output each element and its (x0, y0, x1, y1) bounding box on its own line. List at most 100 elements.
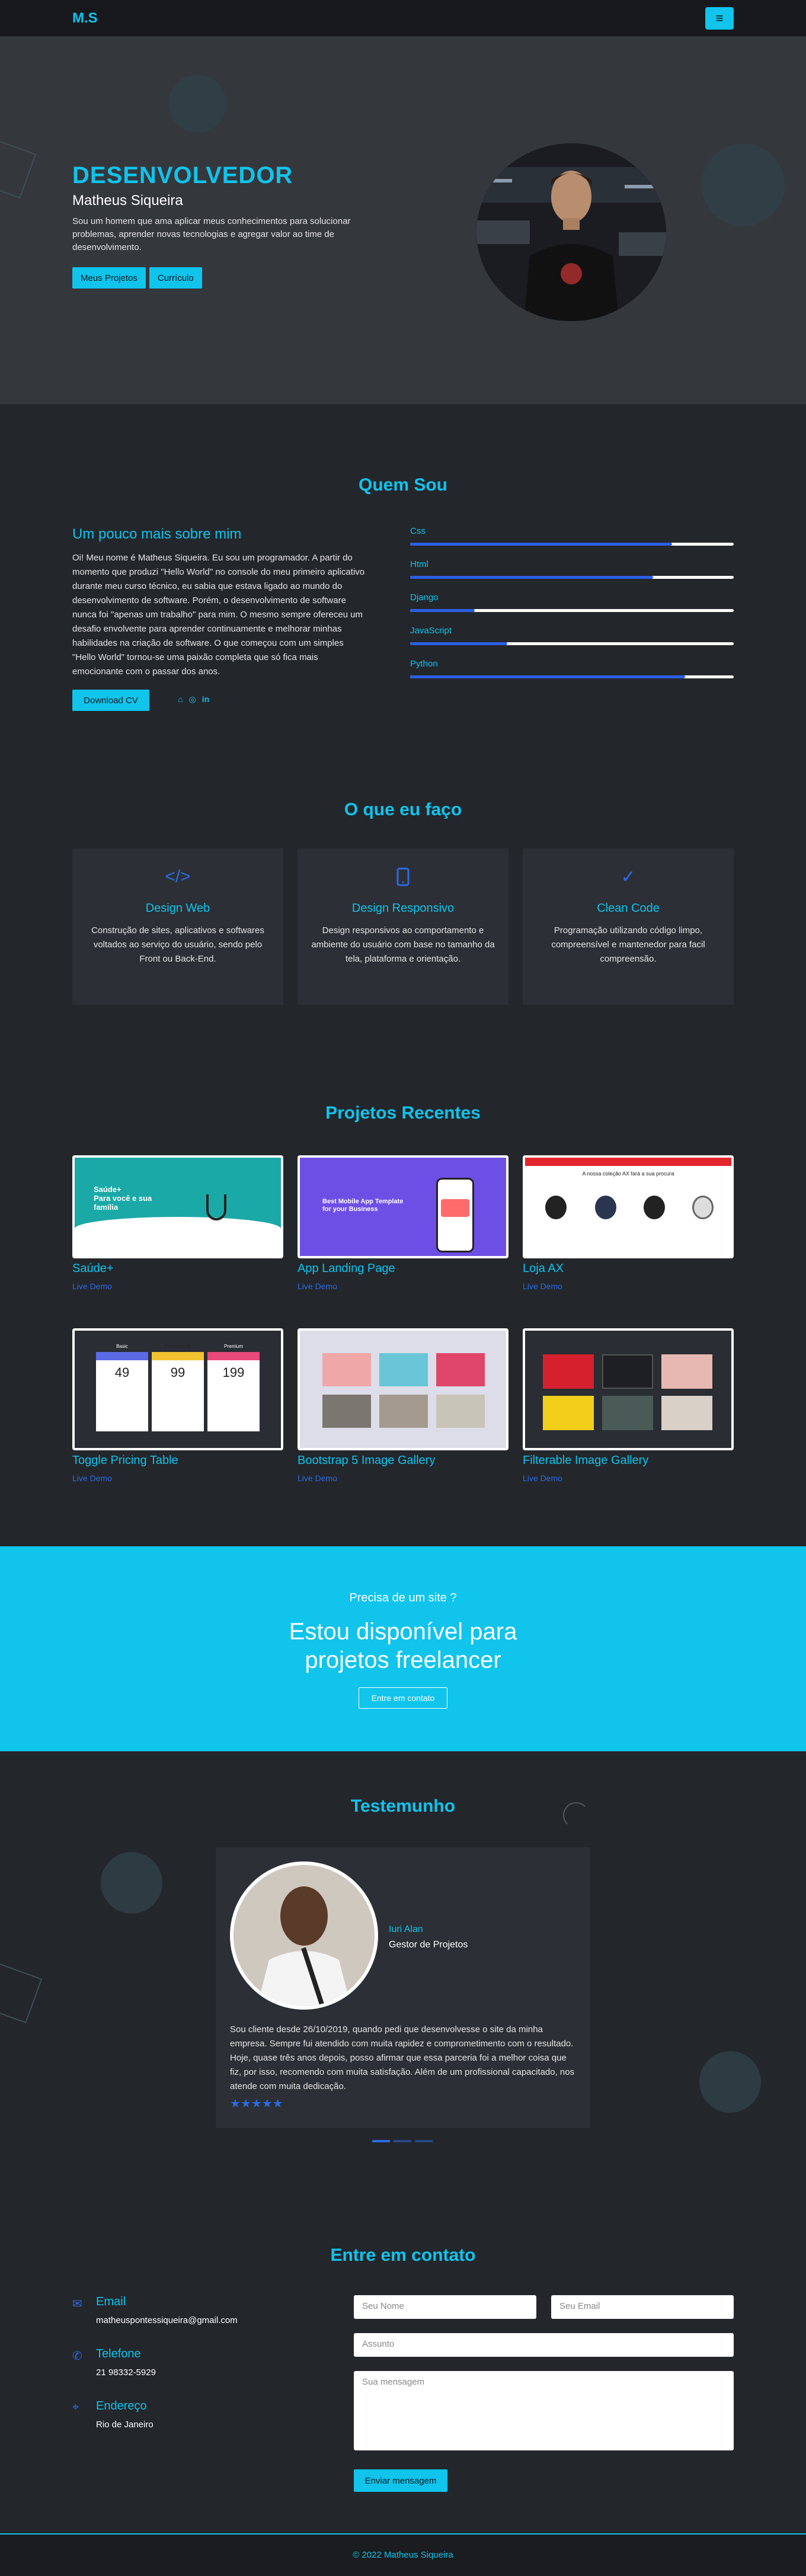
skill-item: JavaScript (410, 626, 734, 659)
price: 99 (170, 1365, 185, 1380)
code-icon: </> (165, 867, 191, 886)
project-card[interactable]: A nossa coleção AX fará a sua procura Lo… (523, 1155, 734, 1291)
carousel-dot[interactable] (394, 2140, 411, 2142)
star-rating: ★★★★★ (230, 2097, 283, 2110)
project-thumbnail[interactable]: Basic Professional Premium 49 99 199 (72, 1328, 283, 1450)
project-title: Saúde+ (72, 1262, 114, 1275)
download-cv-button[interactable]: Download CV (72, 690, 149, 711)
project-card[interactable]: Best Mobile App Template for your Busine… (298, 1155, 508, 1291)
message-textarea[interactable]: Sua mensagem (354, 2371, 734, 2450)
service-card: ✓ Clean Code Programação utilizando códi… (523, 848, 734, 1005)
skill-name: Css (410, 526, 426, 536)
instagram-icon[interactable]: ◎ (188, 694, 196, 704)
contact-title: Entre em contato (330, 2245, 476, 2265)
projects-section: Projetos Recentes Saúde+ Para você e sua… (0, 1074, 806, 1546)
service-card: Design Responsivo Design responsivos ao … (298, 848, 508, 1005)
contact-label: Telefone (96, 2347, 141, 2360)
skill-fill (410, 576, 653, 579)
skill-name: Python (410, 659, 438, 669)
logo[interactable]: M.S (72, 10, 98, 27)
live-demo-link[interactable]: Live Demo (298, 1281, 508, 1291)
about-body: Oi! Meu nome é Matheus Siqueira. Eu sou … (72, 553, 365, 677)
cta-question: Precisa de um site ? (349, 1591, 457, 1604)
live-demo-link[interactable]: Live Demo (523, 1281, 734, 1291)
contact-section: Entre em contato ✉ Email matheuspontessi… (0, 2202, 806, 2533)
price: 49 (114, 1365, 130, 1380)
contact-label: Endereço (96, 2399, 147, 2412)
contact-value: matheuspontessiqueira@gmail.com (96, 2315, 238, 2325)
skill-fill (410, 642, 507, 645)
testimonial-title: Testemunho (350, 1796, 456, 1816)
project-thumbnail[interactable]: A nossa coleção AX fará a sua procura (523, 1155, 734, 1258)
service-description: Construção de sites, aplicativos e softw… (91, 925, 264, 964)
skill-name: Html (410, 559, 428, 569)
thumbnail-text: Best Mobile App Template for your Busine… (322, 1198, 404, 1213)
carousel-indicators (372, 2140, 433, 2142)
hero-title: DESENVOLVEDOR (72, 162, 293, 188)
project-card[interactable]: Filterable Image Gallery Live Demo (523, 1328, 734, 1483)
skill-fill (410, 543, 673, 546)
skill-item: Django (410, 592, 734, 626)
mobile-icon (311, 865, 495, 889)
phone-icon: ✆ (72, 2350, 82, 2363)
price: 199 (222, 1365, 245, 1380)
menu-button[interactable]: ≡ (705, 7, 734, 30)
live-demo-link[interactable]: Live Demo (523, 1473, 734, 1483)
hero-section: DESENVOLVEDOR Matheus Siqueira Sou um ho… (0, 37, 806, 404)
thumbnail-text: Saúde+ Para você e sua família (94, 1185, 152, 1212)
project-thumbnail[interactable]: Saúde+ Para você e sua família (72, 1155, 283, 1258)
skill-name: Django (410, 592, 439, 603)
contact-label: Email (96, 2295, 126, 2308)
deco-circle (702, 143, 785, 226)
skill-track (410, 642, 734, 645)
service-title: Design Web (145, 902, 210, 915)
live-demo-link[interactable]: Live Demo (298, 1473, 508, 1483)
project-card[interactable]: Basic Professional Premium 49 99 199 Tog… (72, 1328, 283, 1483)
copyright-text: © 2022 Matheus Siqueira (353, 2550, 453, 2560)
live-demo-link[interactable]: Live Demo (72, 1281, 283, 1291)
carousel-dot[interactable] (372, 2140, 390, 2142)
service-description: Design responsivos ao comportamento e am… (311, 925, 495, 964)
skill-item: Css (410, 526, 734, 559)
contact-value: 21 98332-5929 (96, 2367, 156, 2378)
testimonial-section: Testemunho Iuri Alan Gestor de Projetos … (0, 1751, 806, 2202)
project-card[interactable]: Bootstrap 5 Image Gallery Live Demo (298, 1328, 508, 1483)
skill-track (410, 675, 734, 678)
project-thumbnail[interactable] (523, 1328, 734, 1450)
testimonial-text: Sou cliente desde 26/10/2019, quando ped… (230, 2024, 575, 2091)
plan-name: Basic (116, 1344, 128, 1349)
contact-button[interactable]: Entre em contato (359, 1687, 447, 1709)
carousel-dot[interactable] (415, 2140, 433, 2142)
skill-track (410, 609, 734, 612)
hero-text: DESENVOLVEDOR Matheus Siqueira Sou um ho… (72, 162, 380, 289)
service-card: </> Design Web Construção de sites, apli… (72, 848, 283, 1005)
skill-track (410, 576, 734, 579)
profile-photo (476, 143, 666, 321)
live-demo-link[interactable]: Live Demo (72, 1473, 283, 1483)
contact-value: Rio de Janeiro (96, 2420, 153, 2430)
skill-item: Python (410, 659, 734, 692)
email-input[interactable]: Seu Email (551, 2295, 734, 2319)
hamburger-icon: ≡ (715, 10, 724, 25)
send-message-button[interactable]: Enviar mensagem (354, 2469, 447, 2492)
project-thumbnail[interactable] (298, 1328, 508, 1450)
skill-item: Html (410, 559, 734, 592)
hero-name: Matheus Siqueira (72, 193, 183, 209)
project-title: Filterable Image Gallery (523, 1454, 649, 1467)
name-input[interactable]: Seu Nome (354, 2295, 536, 2319)
github-icon[interactable]: ⌂ (178, 694, 183, 704)
project-title: Toggle Pricing Table (72, 1454, 178, 1467)
deco-square (0, 1962, 43, 2024)
project-thumbnail[interactable]: Best Mobile App Template for your Busine… (298, 1155, 508, 1258)
project-card[interactable]: Saúde+ Para você e sua família Saúde+ Li… (72, 1155, 283, 1291)
client-name: Iuri Alan (389, 1924, 423, 1934)
skills-list: Css Html Django JavaScript Python (410, 526, 734, 692)
about-subtitle: Um pouco mais sobre mim (72, 526, 242, 542)
resume-button[interactable]: Currículo (149, 267, 202, 289)
projects-button[interactable]: Meus Projetos (72, 267, 146, 289)
skill-fill (410, 675, 686, 678)
linkedin-icon[interactable]: in (202, 694, 209, 704)
subject-input[interactable]: Assunto (354, 2333, 734, 2357)
freelance-cta: Precisa de um site ? Estou disponível pa… (0, 1546, 806, 1751)
social-links: ⌂ ◎ in (178, 694, 209, 704)
